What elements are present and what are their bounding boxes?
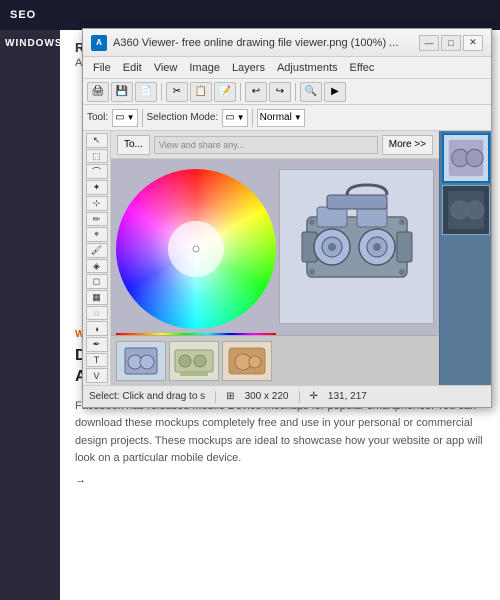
toolbar-btn-4[interactable]: ✂ [166,82,188,102]
color-wheel [116,169,276,329]
toolbar-btn-1[interactable]: 🖨 [87,82,109,102]
maximize-button[interactable]: □ [441,35,461,51]
tool-select[interactable]: ⬚ [86,149,108,164]
color-wheel-svg [116,169,276,329]
tool-heal[interactable]: ⌖ [86,227,108,242]
search-bar[interactable]: View and share any... [154,136,378,154]
menu-adjustments[interactable]: Adjustments [271,57,344,79]
status-coords: 131, 217 [328,391,367,402]
to-button[interactable]: To... [117,135,150,155]
toolbar-btn-5[interactable]: 📋 [190,82,212,102]
tool-dodge[interactable]: ◑ [86,321,108,336]
toolbar-btn-8[interactable]: ↪ [269,82,291,102]
tool-eyedrop[interactable]: ✏ [86,212,108,227]
toolbar-1: 🖨 💾 📄 ✂ 📋 📝 ↩ ↪ 🔍 ▶ [83,79,491,105]
toolbar-sep-1 [161,83,162,101]
menu-effects[interactable]: Effec [344,57,381,79]
tool-eraser[interactable]: ◻ [86,274,108,289]
tool-gradient[interactable]: ▦ [86,290,108,305]
status-divider-2 [299,391,300,403]
menu-edit[interactable]: Edit [117,57,148,79]
tool-lasso[interactable]: ⌒ [86,164,108,179]
tool-brush[interactable]: 🖌 [86,243,108,258]
tool-dropdown[interactable]: ▭ ▼ [112,109,137,127]
sidebar-windows-label: WINDOWS [0,30,60,57]
center-canvas: To... View and share any... More >> [111,131,439,385]
toolbar-btn-zoom[interactable]: 🔍 [300,82,322,102]
toolbar-2: Tool: ▭ ▼ Selection Mode: ▭ ▼ Normal ▼ [83,105,491,131]
tool-blur[interactable]: ◌ [86,306,108,321]
tool-pen[interactable]: ✒ [86,337,108,352]
menu-view[interactable]: View [148,57,184,79]
webpage-sidebar: WINDOWS [0,30,60,600]
toolbar-sep-3 [295,83,296,101]
tool-stamp[interactable]: ◈ [86,259,108,274]
toolbar-btn-2[interactable]: 💾 [111,82,133,102]
webpage-header: SEO [0,0,500,30]
right-thumb-2[interactable] [442,185,490,235]
toolbar-btn-arrow[interactable]: ▶ [324,82,346,102]
toolbar-btn-7[interactable]: ↩ [245,82,267,102]
minimize-button[interactable]: — [419,35,439,51]
engine-svg [287,177,427,317]
toolbar-btn-3[interactable]: 📄 [135,82,157,102]
article-body: Facebook has released Mobile Device mock… [75,398,485,468]
site-title: SEO [10,9,36,21]
window-titlebar: A A360 Viewer- free online drawing file … [83,29,491,57]
engine-image [279,169,434,324]
thumbnail-2[interactable] [169,341,219,381]
thumbnail-strip [111,335,439,385]
status-bar: Select: Click and drag to s ⊞ 300 x 220 … [83,385,491,407]
status-size: 300 x 220 [245,391,289,402]
toolbar-sep-2 [240,83,241,101]
canvas-top-bar: To... View and share any... More >> [111,131,439,159]
drawing-canvas[interactable] [111,159,439,385]
selection-mode-label: Selection Mode: [147,112,219,123]
status-icon-2: ✛ [310,391,318,402]
status-icon-1: ⊞ [226,391,234,402]
toolbar2-sep-2 [252,109,253,127]
toolbar-btn-6[interactable]: 📝 [214,82,236,102]
window-title: A360 Viewer- free online drawing file vi… [113,37,419,49]
left-tool-panel: ↖ ⬚ ⌒ ✦ ⊹ ✏ ⌖ 🖌 ◈ ◻ ▦ ◌ ◑ ✒ T V [83,131,111,385]
tool-crop[interactable]: ⊹ [86,196,108,211]
window-controls: — □ ✕ [419,35,483,51]
more-button[interactable]: More >> [382,135,433,155]
toolbar2-sep-1 [142,109,143,127]
tool-label: Tool: [87,112,108,123]
menu-bar: File Edit View Image Layers Adjustments … [83,57,491,79]
menu-layers[interactable]: Layers [226,57,271,79]
tool-magic[interactable]: ✦ [86,180,108,195]
status-divider-1 [215,391,216,403]
color-wheel-container [116,169,286,339]
menu-file[interactable]: File [87,57,117,79]
tool-text[interactable]: T [86,353,108,368]
a360-window: A A360 Viewer- free online drawing file … [82,28,492,408]
tool-vector[interactable]: V [86,368,108,383]
status-select-text: Select: Click and drag to s [89,391,205,402]
thumbnail-3[interactable] [222,341,272,381]
right-thumbnail-panel [439,131,491,385]
app-icon: A [91,35,107,51]
menu-image[interactable]: Image [183,57,226,79]
tool-arrow[interactable]: ↖ [86,133,108,148]
selection-mode-dropdown[interactable]: ▭ ▼ [222,109,247,127]
right-thumb-1[interactable] [442,133,490,183]
normal-label: Normal [260,112,292,123]
close-button[interactable]: ✕ [463,35,483,51]
read-more-link[interactable]: → [75,474,86,486]
thumbnail-1[interactable] [116,341,166,381]
normal-dropdown[interactable]: Normal ▼ [257,109,305,127]
window-body: ↖ ⬚ ⌒ ✦ ⊹ ✏ ⌖ 🖌 ◈ ◻ ▦ ◌ ◑ ✒ T V To... [83,131,491,385]
